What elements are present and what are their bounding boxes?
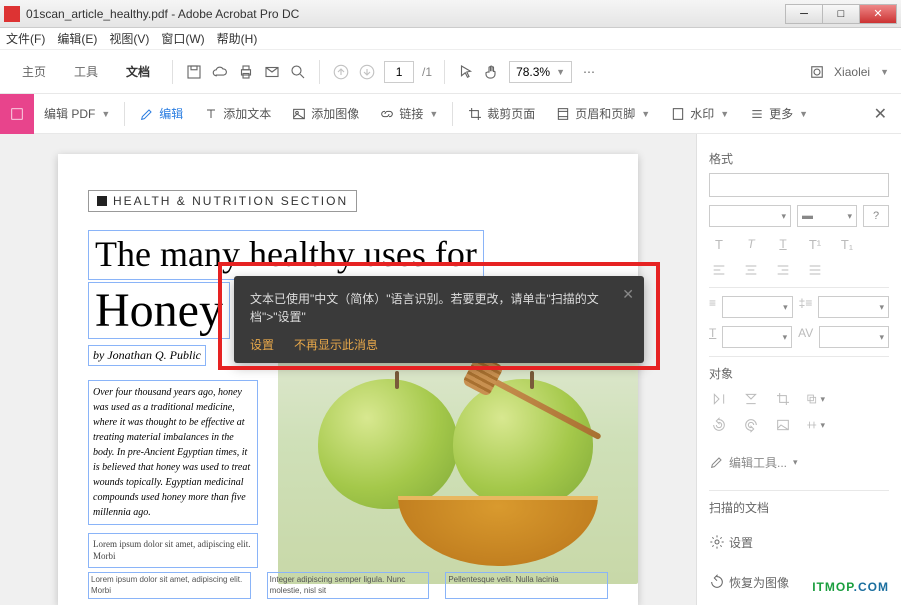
toast-close-icon[interactable]: ✕: [622, 286, 634, 303]
align-right-icon[interactable]: [773, 261, 793, 279]
superscript-icon[interactable]: T₁: [837, 235, 857, 253]
rotate-cw-icon[interactable]: [741, 416, 761, 434]
header-footer-button[interactable]: 页眉和页脚▼: [545, 94, 660, 134]
article-headline-1[interactable]: The many healthy uses for: [88, 230, 484, 280]
column-2[interactable]: Integer adipiscing semper ligula. Nunc m…: [267, 572, 430, 599]
align-row: [709, 261, 889, 279]
watermark-text: ITMOP.COM: [812, 574, 889, 597]
minimize-button[interactable]: ─: [785, 4, 823, 24]
more-button[interactable]: 更多▼: [739, 94, 818, 134]
mail-icon[interactable]: [263, 63, 281, 81]
zoom-select[interactable]: 78.3%▼: [509, 61, 572, 83]
format-panel: 格式 ▾ ▬▾ ? T T T T¹ T₁ ≡ ▾ ‡≡ ▾ T: [696, 134, 901, 605]
menu-edit[interactable]: 编辑(E): [57, 30, 97, 47]
column-1[interactable]: Lorem ipsum dolor sit amet, adipiscing e…: [88, 572, 251, 599]
help-icon[interactable]: ?: [863, 205, 889, 227]
replace-image-icon[interactable]: [773, 416, 793, 434]
search-icon[interactable]: [289, 63, 307, 81]
article-photo: [278, 344, 638, 584]
char-spacing-icon[interactable]: AV: [798, 326, 813, 348]
article-headline-2[interactable]: Honey: [88, 282, 230, 339]
underline-icon[interactable]: T: [773, 235, 793, 253]
scan-settings-link[interactable]: 设置: [709, 522, 889, 562]
edit-toolbar: 编辑 PDF▼ 编辑 添加文本 添加图像 链接▼ 裁剪页面 页眉和页脚▼ 水印▼…: [0, 94, 901, 134]
pointer-icon[interactable]: [457, 63, 475, 81]
save-icon[interactable]: [185, 63, 203, 81]
format-heading: 格式: [709, 150, 889, 167]
pdf-page: HEALTH & NUTRITION SECTION The many heal…: [58, 154, 638, 605]
line-spacing-select[interactable]: ▾: [818, 296, 889, 318]
page-total: /1: [422, 65, 432, 79]
watermark-button[interactable]: 水印▼: [660, 94, 739, 134]
char-spacing-select[interactable]: ▾: [819, 326, 889, 348]
next-page-icon[interactable]: [358, 63, 376, 81]
edit-button[interactable]: 编辑: [129, 94, 193, 134]
tab-document[interactable]: 文档: [116, 57, 160, 86]
article-byline[interactable]: by Jonathan Q. Public: [88, 345, 206, 366]
article-body-2[interactable]: Lorem ipsum dolor sit amet, adipiscing e…: [88, 533, 258, 568]
align-justify-icon[interactable]: [805, 261, 825, 279]
italic-icon[interactable]: T: [741, 235, 761, 253]
tab-tools[interactable]: 工具: [64, 57, 108, 86]
align-left-icon[interactable]: [709, 261, 729, 279]
font-family-select[interactable]: [709, 173, 889, 197]
rotate-ccw-icon[interactable]: [709, 416, 729, 434]
line-spacing-icon[interactable]: ‡≡: [799, 296, 813, 318]
more-tools-icon[interactable]: ⋯: [580, 63, 598, 81]
bold-icon[interactable]: T: [709, 235, 729, 253]
text-style-row: T T T T¹ T₁: [709, 235, 889, 253]
window-title: 01scan_article_healthy.pdf - Adobe Acrob…: [26, 7, 786, 21]
add-image-button[interactable]: 添加图像: [281, 94, 369, 134]
crop-object-icon[interactable]: [773, 390, 793, 408]
app-icon: [4, 6, 20, 22]
menu-help[interactable]: 帮助(H): [217, 30, 258, 47]
add-text-button[interactable]: 添加文本: [193, 94, 281, 134]
menu-view[interactable]: 视图(V): [109, 30, 149, 47]
toast-settings-link[interactable]: 设置: [250, 336, 274, 353]
page-number-input[interactable]: [384, 61, 414, 83]
link-button[interactable]: 链接▼: [369, 94, 448, 134]
menu-window[interactable]: 窗口(W): [161, 30, 204, 47]
text-fill-select[interactable]: ▾: [722, 326, 792, 348]
print-icon[interactable]: [237, 63, 255, 81]
ocr-toast: ✕ 文本已使用"中文（简体）"语言识别。若要更改，请单击"扫描的文档">"设置"…: [234, 276, 644, 363]
close-button[interactable]: ✕: [859, 4, 897, 24]
align-objects-icon[interactable]: ▾: [805, 416, 825, 434]
arrange-icon[interactable]: ▾: [805, 390, 825, 408]
maximize-button[interactable]: □: [822, 4, 860, 24]
menu-file[interactable]: 文件(F): [6, 30, 45, 47]
bullet-list-icon[interactable]: ≡: [709, 296, 716, 318]
align-center-icon[interactable]: [741, 261, 761, 279]
edit-pdf-button[interactable]: 编辑 PDF▼: [34, 94, 120, 134]
toast-message: 文本已使用"中文（简体）"语言识别。若要更改，请单击"扫描的文档">"设置": [250, 290, 628, 326]
tab-home[interactable]: 主页: [12, 57, 56, 86]
cloud-icon[interactable]: [211, 63, 229, 81]
crop-button[interactable]: 裁剪页面: [457, 94, 545, 134]
user-icon[interactable]: [808, 63, 826, 81]
scanned-heading: 扫描的文档: [709, 499, 889, 516]
hand-icon[interactable]: [483, 63, 501, 81]
section-header: HEALTH & NUTRITION SECTION: [88, 190, 357, 212]
close-toolbar-button[interactable]: ✕: [860, 104, 901, 124]
document-viewport[interactable]: HEALTH & NUTRITION SECTION The many heal…: [0, 134, 696, 605]
text-fill-icon[interactable]: T: [709, 326, 716, 348]
main-toolbar: 主页 工具 文档 /1 78.3%▼ ⋯ Xiaolei▼: [0, 50, 901, 94]
flip-h-icon[interactable]: [741, 390, 761, 408]
edit-tools-link[interactable]: 编辑工具...▾: [709, 442, 889, 482]
user-name[interactable]: Xiaolei: [834, 65, 870, 79]
edit-pdf-mode-icon[interactable]: [0, 94, 34, 134]
list-style-select[interactable]: ▾: [722, 296, 793, 318]
subscript-icon[interactable]: T¹: [805, 235, 825, 253]
column-3[interactable]: Pellentesque velit. Nulla lacinia: [445, 572, 608, 599]
article-body-1[interactable]: Over four thousand years ago, honey was …: [88, 380, 258, 525]
menubar: 文件(F) 编辑(E) 视图(V) 窗口(W) 帮助(H): [0, 28, 901, 50]
flip-v-icon[interactable]: [709, 390, 729, 408]
font-color-picker[interactable]: ▬▾: [797, 205, 857, 227]
toast-dontshow-link[interactable]: 不再显示此消息: [294, 336, 378, 353]
font-size-input[interactable]: ▾: [709, 205, 791, 227]
window-titlebar: 01scan_article_healthy.pdf - Adobe Acrob…: [0, 0, 901, 28]
object-heading: 对象: [709, 365, 889, 382]
prev-page-icon[interactable]: [332, 63, 350, 81]
